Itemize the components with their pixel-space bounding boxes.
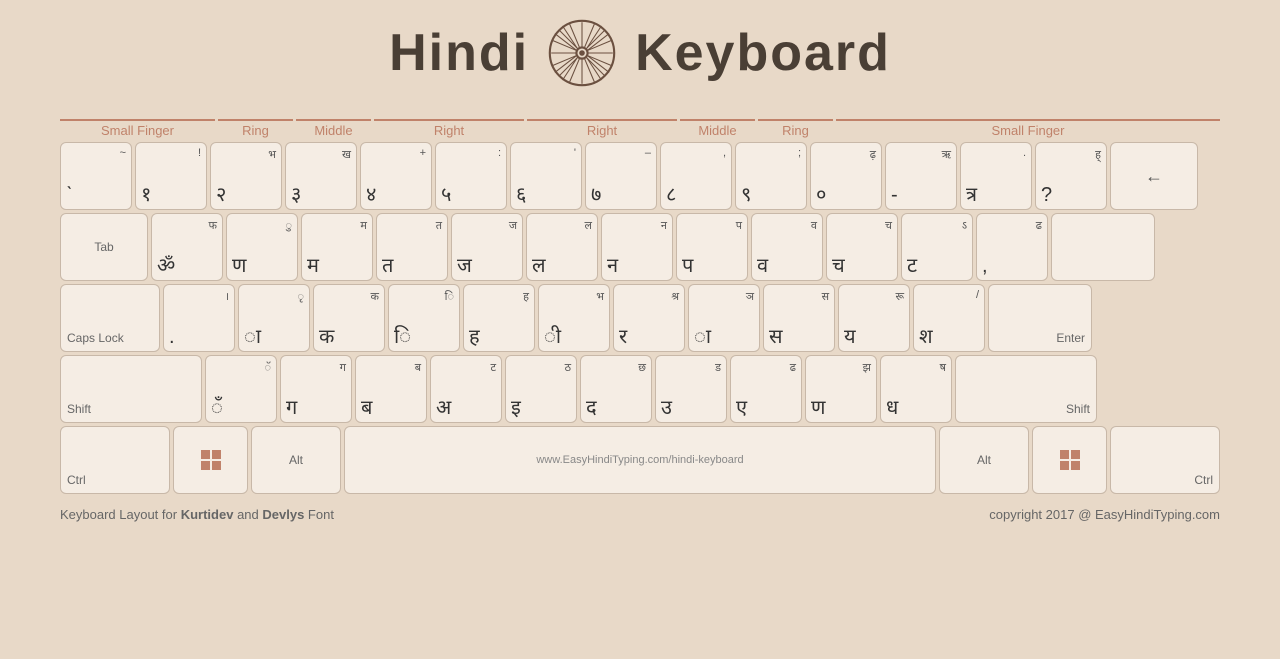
- title-right: Keyboard: [635, 23, 891, 83]
- key-f[interactable]: ि ि: [388, 284, 460, 352]
- key-period[interactable]: झ ण: [805, 355, 877, 423]
- ashoka-wheel-icon: [547, 18, 617, 88]
- footer: Keyboard Layout for Kurtidev and Devlys …: [60, 507, 1220, 522]
- row-zxcv: Shift ॅ ँ ग ग ब ब ट अ ठ इ छ द ड उ: [60, 355, 1220, 423]
- title-bar: Hindi: [389, 18, 891, 88]
- finger-label-right-2: Right: [527, 119, 677, 138]
- key-win-left[interactable]: [173, 426, 248, 494]
- key-tab[interactable]: Tab: [60, 213, 148, 281]
- key-i[interactable]: प प: [676, 213, 748, 281]
- footer-right: copyright 2017 @ EasyHindiTyping.com: [989, 507, 1220, 522]
- key-1[interactable]: ! १: [135, 142, 207, 210]
- key-alt-left[interactable]: Alt: [251, 426, 341, 494]
- key-ctrl-left[interactable]: Ctrl: [60, 426, 170, 494]
- key-g[interactable]: ह ह: [463, 284, 535, 352]
- key-q[interactable]: फ ॐ: [151, 213, 223, 281]
- key-slash[interactable]: ष ध: [880, 355, 952, 423]
- key-r[interactable]: त त: [376, 213, 448, 281]
- key-o[interactable]: व व: [751, 213, 823, 281]
- key-b[interactable]: ठ इ: [505, 355, 577, 423]
- key-k[interactable]: ञ ा: [688, 284, 760, 352]
- key-bracketl[interactable]: ऽ ट: [901, 213, 973, 281]
- key-bracketr[interactable]: ढ ,: [976, 213, 1048, 281]
- key-w[interactable]: ु ण: [226, 213, 298, 281]
- key-m[interactable]: ड उ: [655, 355, 727, 423]
- title-left: Hindi: [389, 23, 529, 83]
- key-e[interactable]: म म: [301, 213, 373, 281]
- windows-icon: [199, 448, 223, 472]
- footer-left: Keyboard Layout for Kurtidev and Devlys …: [60, 507, 334, 522]
- key-4[interactable]: + ४: [360, 142, 432, 210]
- key-y[interactable]: ल ल: [526, 213, 598, 281]
- key-caps-lock[interactable]: Caps Lock: [60, 284, 160, 352]
- finger-labels-row: Small Finger Ring Middle Right Right Mid…: [60, 108, 1220, 138]
- key-u[interactable]: न न: [601, 213, 673, 281]
- key-v[interactable]: ट अ: [430, 355, 502, 423]
- key-shift-right[interactable]: Shift: [955, 355, 1097, 423]
- key-2[interactable]: भ २: [210, 142, 282, 210]
- key-6[interactable]: ' ६: [510, 142, 582, 210]
- key-a[interactable]: । .: [163, 284, 235, 352]
- key-j[interactable]: श्र र: [613, 284, 685, 352]
- finger-label-right-1: Right: [374, 119, 524, 138]
- finger-label-middle-left: Middle: [296, 119, 371, 138]
- key-8[interactable]: , ८: [660, 142, 732, 210]
- keyboard-container: Small Finger Ring Middle Right Right Mid…: [60, 108, 1220, 497]
- key-3[interactable]: ख ३: [285, 142, 357, 210]
- key-enter[interactable]: Enter: [988, 284, 1092, 352]
- key-quote[interactable]: / श: [913, 284, 985, 352]
- key-win-right[interactable]: [1032, 426, 1107, 494]
- row-number: ~ ˋ ! १ भ २ ख ३ + ४ : ५ ' ६ – ७: [60, 142, 1220, 210]
- key-semicolon[interactable]: रू य: [838, 284, 910, 352]
- key-p[interactable]: च च: [826, 213, 898, 281]
- key-c[interactable]: ब ब: [355, 355, 427, 423]
- finger-label-ring-left: Ring: [218, 119, 293, 138]
- key-bracket[interactable]: ह् ?: [1035, 142, 1107, 210]
- key-d[interactable]: क क: [313, 284, 385, 352]
- key-9[interactable]: ; ९: [735, 142, 807, 210]
- key-backtick[interactable]: ~ ˋ: [60, 142, 132, 210]
- key-0[interactable]: ढ़ ०: [810, 142, 882, 210]
- key-x[interactable]: ग ग: [280, 355, 352, 423]
- key-ctrl-right[interactable]: Ctrl: [1110, 426, 1220, 494]
- key-shift-left[interactable]: Shift: [60, 355, 202, 423]
- finger-label-ring-right: Ring: [758, 119, 833, 138]
- key-z[interactable]: ॅ ँ: [205, 355, 277, 423]
- key-enter-stub[interactable]: [1051, 213, 1155, 281]
- key-space[interactable]: www.EasyHindiTyping.com/hindi-keyboard: [344, 426, 936, 494]
- key-n[interactable]: छ द: [580, 355, 652, 423]
- key-backspace[interactable]: ←: [1110, 142, 1198, 210]
- row-asdf: Caps Lock । . ृ ा क क ि ि ह ह भ ी श्र र: [60, 284, 1220, 352]
- windows-icon-right: [1058, 448, 1082, 472]
- key-alt-right[interactable]: Alt: [939, 426, 1029, 494]
- key-5[interactable]: : ५: [435, 142, 507, 210]
- finger-label-middle-right: Middle: [680, 119, 755, 138]
- key-l[interactable]: स स: [763, 284, 835, 352]
- key-comma[interactable]: ढ ए: [730, 355, 802, 423]
- finger-label-small-finger-left: Small Finger: [60, 119, 215, 138]
- key-minus[interactable]: ऋ -: [885, 142, 957, 210]
- key-7[interactable]: – ७: [585, 142, 657, 210]
- key-s[interactable]: ृ ा: [238, 284, 310, 352]
- row-qwerty: Tab फ ॐ ु ण म म त त ज ज ल ल न न: [60, 213, 1220, 281]
- finger-label-small-finger-right: Small Finger: [836, 119, 1220, 138]
- key-h[interactable]: भ ी: [538, 284, 610, 352]
- key-t[interactable]: ज ज: [451, 213, 523, 281]
- row-bottom: Ctrl Alt www.EasyHindiTyping.com/hindi-k…: [60, 426, 1220, 494]
- key-equal[interactable]: . त्र: [960, 142, 1032, 210]
